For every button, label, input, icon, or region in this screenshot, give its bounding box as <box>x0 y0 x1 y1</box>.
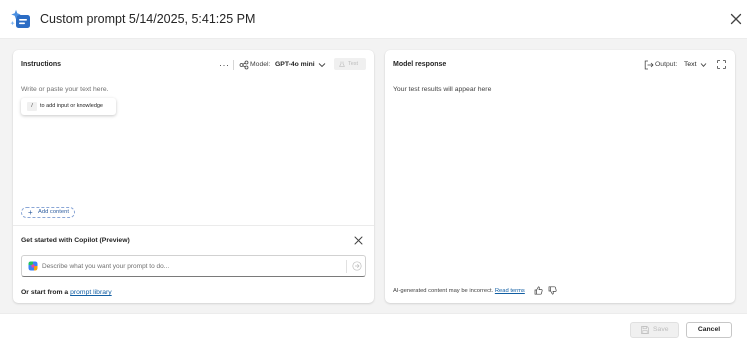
add-content-button[interactable]: + Add content <box>21 207 75 218</box>
copilot-logo-icon <box>28 261 38 271</box>
section-divider <box>13 225 374 226</box>
instructions-title: Instructions <box>21 61 62 68</box>
close-icon[interactable] <box>354 236 363 245</box>
library-prefix: Or start from a <box>21 289 69 296</box>
output-icon <box>644 60 654 70</box>
thumb-up-icon[interactable] <box>534 286 543 295</box>
chevron-down-icon[interactable] <box>318 62 326 68</box>
copilot-section-title: Get started with Copilot (Preview) <box>21 237 130 244</box>
save-label: Save <box>653 326 669 333</box>
more-options-button[interactable]: ··· <box>219 60 230 70</box>
hint-text: to add input or knowledge <box>40 103 103 109</box>
toolbar-divider <box>233 60 234 70</box>
flask-icon <box>339 61 345 67</box>
slash-hint-tooltip: / to add input or knowledge <box>21 98 116 115</box>
output-format-selector[interactable]: Text <box>684 61 696 68</box>
model-selector[interactable]: GPT-4o mini <box>275 61 315 68</box>
dialog-header: Custom prompt 5/14/2025, 5:41:25 PM <box>0 0 747 38</box>
disclaimer-text: AI-generated content may be incorrect. <box>393 288 494 294</box>
prompt-library-line: Or start from a prompt library <box>21 289 112 296</box>
chevron-down-icon[interactable] <box>700 62 707 68</box>
expand-icon[interactable] <box>717 60 726 69</box>
response-placeholder: Your test results will appear here <box>393 86 492 93</box>
test-button[interactable]: Test <box>334 58 366 70</box>
describe-placeholder: Describe what you want your prompt to do… <box>42 263 170 270</box>
model-response-title: Model response <box>393 61 447 68</box>
read-terms-link[interactable]: Read terms <box>495 288 525 294</box>
output-label: Output: <box>655 61 678 68</box>
input-divider <box>346 260 347 273</box>
cancel-button[interactable]: Cancel <box>686 322 732 338</box>
model-icon <box>239 60 249 70</box>
plus-icon: + <box>28 208 33 217</box>
instructions-panel: Instructions ··· Model: GPT-4o mini Test… <box>13 50 374 303</box>
save-button[interactable]: Save <box>630 322 679 338</box>
ai-disclaimer: AI-generated content may be incorrect. R… <box>393 288 525 294</box>
prompt-library-link[interactable]: prompt library <box>70 289 112 296</box>
close-icon[interactable] <box>729 12 743 26</box>
model-label: Model: <box>250 61 271 68</box>
instructions-input[interactable]: Write or paste your text here. <box>21 86 109 93</box>
model-response-panel: Model response Output: Text Your test re… <box>385 50 735 303</box>
save-icon <box>641 326 649 334</box>
thumb-down-icon[interactable] <box>548 286 557 295</box>
slash-key: / <box>27 102 37 111</box>
test-label: Test <box>348 61 359 67</box>
dialog-title: Custom prompt 5/14/2025, 5:41:25 PM <box>40 12 256 26</box>
send-icon[interactable] <box>352 261 362 271</box>
add-content-label: Add content <box>38 209 69 215</box>
prompt-sparkle-icon <box>10 9 30 28</box>
copilot-describe-input[interactable]: Describe what you want your prompt to do… <box>21 255 366 277</box>
